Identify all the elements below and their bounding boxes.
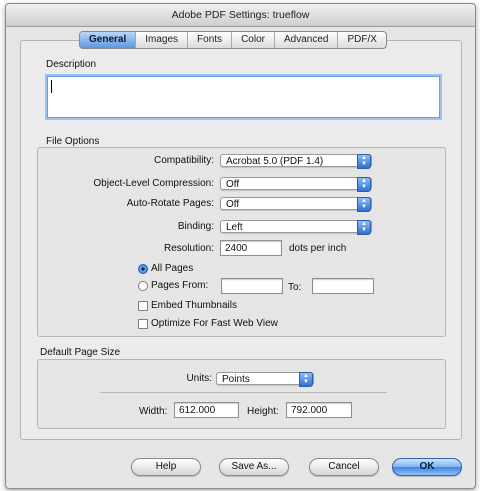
binding-value: Left [226,222,243,233]
height-label: Height: [247,406,279,417]
compatibility-popup[interactable]: Acrobat 5.0 (PDF 1.4) ▲ ▼ [220,154,372,169]
help-button[interactable]: Help [131,458,201,476]
cancel-button[interactable]: Cancel [309,458,379,476]
pages-to-label: To: [288,282,302,293]
compression-value: Off [226,179,240,190]
units-popup[interactable]: Points ▲ ▼ [216,372,314,387]
tab-pdfx[interactable]: PDF/X [338,32,385,48]
text-caret [51,80,52,93]
pages-to-field[interactable] [312,278,374,294]
width-field[interactable]: 612.000 [174,402,239,418]
optimize-web-label: Optimize For Fast Web View [151,318,278,329]
page-size-label: Default Page Size [40,347,121,358]
file-options-label: File Options [46,136,100,147]
auto-rotate-value: Off [226,199,240,210]
compatibility-label: Compatibility: [153,155,214,166]
description-label: Description [46,59,97,70]
compatibility-value: Acrobat 5.0 (PDF 1.4) [226,156,324,167]
popup-arrows-icon: ▲ ▼ [357,154,371,169]
page-size-divider [100,392,387,393]
save-as-button[interactable]: Save As... [219,458,289,476]
auto-rotate-popup[interactable]: Off ▲ ▼ [220,197,372,212]
tab-bar: General Images Fonts Color Advanced PDF/… [79,31,387,49]
tab-images[interactable]: Images [136,32,189,48]
embed-thumbnails-checkbox[interactable] [138,301,148,311]
embed-thumbnails-label: Embed Thumbnails [151,300,237,311]
pages-from-radio[interactable] [138,281,148,291]
units-value: Points [222,374,250,385]
resolution-label: Resolution: [163,243,214,254]
auto-rotate-label: Auto-Rotate Pages: [126,198,214,209]
window-title: Adobe PDF Settings: trueflow [6,4,475,27]
all-pages-radio[interactable] [138,264,148,274]
height-field[interactable]: 792.000 [286,402,352,418]
pages-from-label: Pages From: [151,280,209,291]
compression-popup[interactable]: Off ▲ ▼ [220,177,372,192]
tab-color[interactable]: Color [232,32,275,48]
optimize-web-checkbox[interactable] [138,319,148,329]
tab-advanced[interactable]: Advanced [275,32,339,48]
popup-arrows-icon: ▲ ▼ [357,177,371,192]
popup-arrows-icon: ▲ ▼ [299,372,313,387]
binding-label: Binding: [177,221,214,232]
description-textarea[interactable] [45,74,442,120]
popup-arrows-icon: ▲ ▼ [357,220,371,235]
ok-button[interactable]: OK [392,458,462,476]
resolution-unit: dots per inch [289,243,347,254]
popup-arrows-icon: ▲ ▼ [357,197,371,212]
compression-label: Object-Level Compression: [93,178,214,189]
all-pages-label: All Pages [151,263,194,274]
width-label: Width: [139,406,168,417]
resolution-field[interactable]: 2400 [220,240,282,256]
units-label: Units: [186,373,212,384]
pages-from-field[interactable] [221,278,283,294]
binding-popup[interactable]: Left ▲ ▼ [220,220,372,235]
tab-general[interactable]: General [80,32,137,48]
tab-fonts[interactable]: Fonts [188,32,233,48]
page-size-group [37,359,446,429]
